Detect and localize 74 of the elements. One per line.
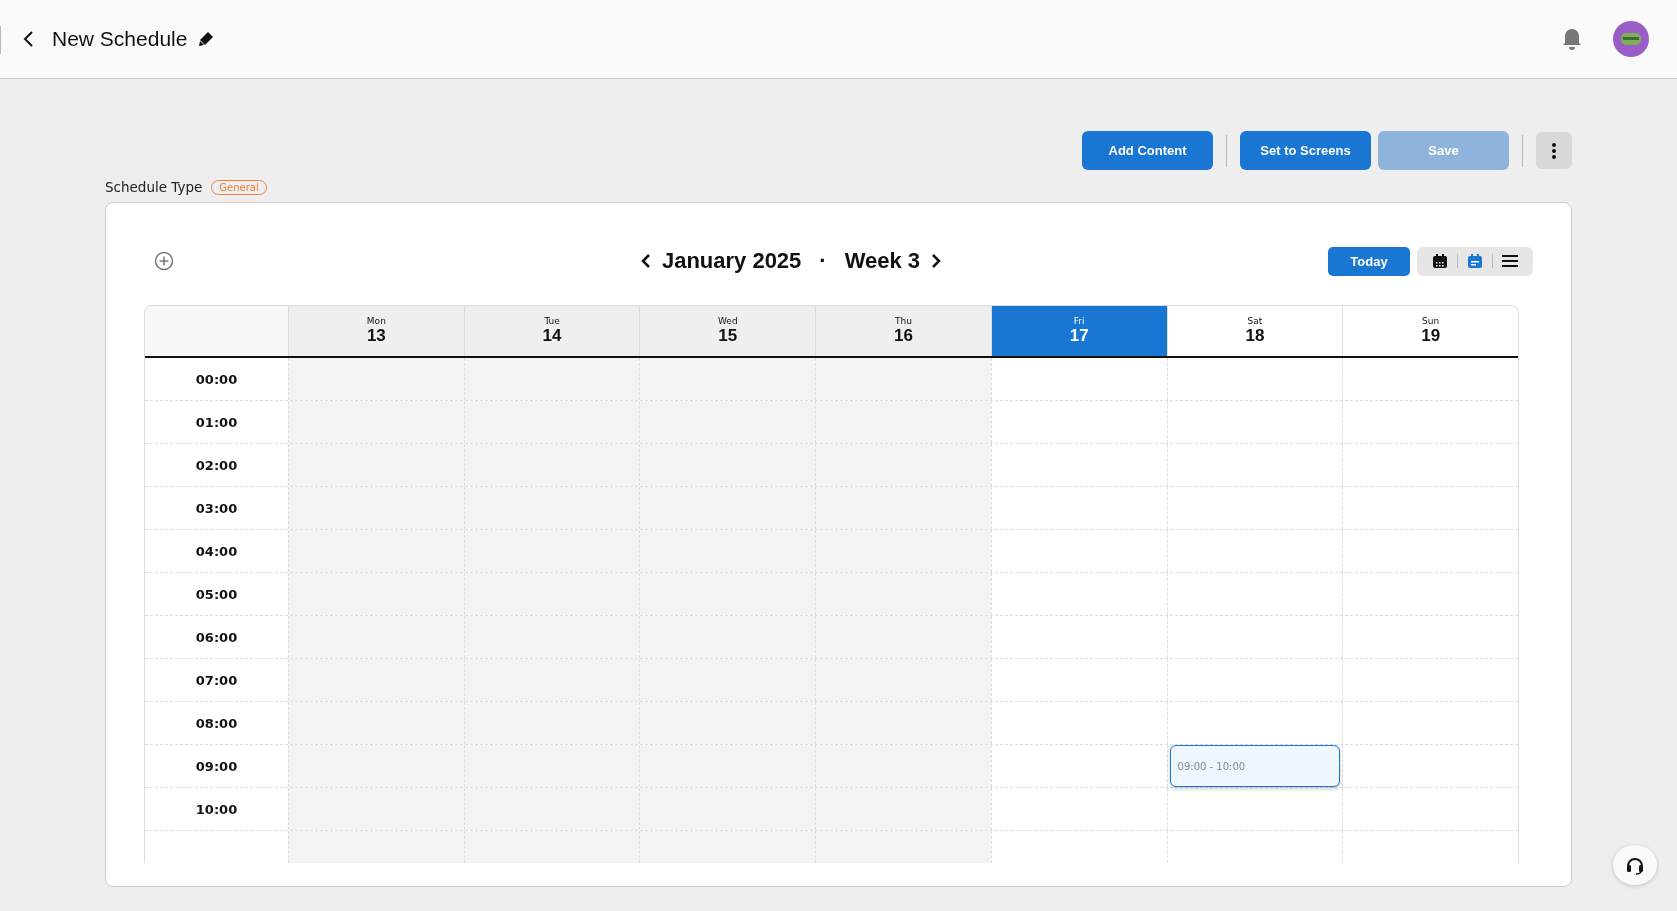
past-day-cell[interactable] bbox=[815, 659, 991, 701]
toolbar-button[interactable]: Set to Screens bbox=[1240, 131, 1371, 170]
day-header[interactable]: Tue 14 bbox=[463, 306, 640, 356]
past-day-cell[interactable] bbox=[463, 487, 640, 529]
past-day-cell[interactable] bbox=[815, 358, 991, 400]
past-day-cell[interactable] bbox=[288, 401, 464, 443]
headset-icon bbox=[1625, 855, 1645, 875]
past-day-cell[interactable] bbox=[463, 831, 640, 863]
past-day-cell[interactable] bbox=[288, 530, 464, 572]
next-icon[interactable] bbox=[930, 252, 943, 270]
support-button[interactable] bbox=[1613, 845, 1657, 885]
past-day-cell[interactable] bbox=[463, 659, 640, 701]
page-title: New Schedule bbox=[52, 27, 188, 51]
past-day-cell[interactable] bbox=[639, 444, 816, 486]
past-day-cell[interactable] bbox=[815, 831, 991, 863]
day-header[interactable]: Fri 17 bbox=[990, 306, 1167, 356]
add-circle-icon[interactable] bbox=[154, 251, 174, 271]
schedule-type-label: Schedule Type bbox=[105, 179, 203, 195]
pencil-icon[interactable] bbox=[197, 30, 216, 48]
past-day-cell[interactable] bbox=[815, 444, 991, 486]
past-day-cell[interactable] bbox=[463, 530, 640, 572]
past-day-cell[interactable] bbox=[463, 573, 640, 615]
past-day-cell[interactable] bbox=[288, 444, 464, 486]
past-day-cell[interactable] bbox=[463, 358, 640, 400]
past-day-cell[interactable] bbox=[288, 831, 464, 863]
past-day-cell[interactable] bbox=[639, 702, 816, 744]
day-header[interactable]: Wed 15 bbox=[639, 306, 816, 356]
week-label: Week 3 bbox=[844, 248, 921, 274]
previous-icon[interactable] bbox=[639, 252, 652, 270]
calendar-week-icon bbox=[1467, 253, 1483, 269]
vertical-dots-icon bbox=[1552, 142, 1556, 159]
past-day-cell[interactable] bbox=[288, 573, 464, 615]
list-icon bbox=[1502, 254, 1518, 268]
month-label: January 2025 bbox=[661, 248, 802, 274]
past-day-cell[interactable] bbox=[815, 745, 991, 787]
past-day-cell[interactable] bbox=[288, 702, 464, 744]
past-day-cell[interactable] bbox=[463, 616, 640, 658]
day-header[interactable]: Thu 16 bbox=[815, 306, 991, 356]
past-day-cell[interactable] bbox=[639, 573, 816, 615]
toolbar-button[interactable]: Add Content bbox=[1082, 131, 1213, 170]
today-button[interactable]: Today bbox=[1328, 246, 1410, 276]
past-day-cell[interactable] bbox=[463, 702, 640, 744]
past-day-cell[interactable] bbox=[815, 702, 991, 744]
past-day-cell[interactable] bbox=[639, 616, 816, 658]
past-day-cell[interactable] bbox=[639, 745, 816, 787]
past-day-cell[interactable] bbox=[463, 788, 640, 830]
past-day-cell[interactable] bbox=[639, 487, 816, 529]
past-day-cell[interactable] bbox=[815, 616, 991, 658]
past-day-cell[interactable] bbox=[639, 358, 816, 400]
separator-dot: · bbox=[819, 248, 827, 274]
past-day-cell[interactable] bbox=[288, 745, 464, 787]
past-day-cell[interactable] bbox=[639, 401, 816, 443]
more-options-button[interactable] bbox=[1536, 132, 1572, 169]
day-header[interactable]: Mon 13 bbox=[288, 306, 464, 356]
past-day-cell[interactable] bbox=[815, 487, 991, 529]
past-day-cell[interactable] bbox=[639, 659, 816, 701]
past-day-cell[interactable] bbox=[815, 530, 991, 572]
notification-bell-icon[interactable] bbox=[1561, 27, 1583, 51]
past-day-cell[interactable] bbox=[288, 358, 464, 400]
past-day-cell[interactable] bbox=[288, 788, 464, 830]
past-day-cell[interactable] bbox=[463, 745, 640, 787]
past-day-cell[interactable] bbox=[639, 831, 816, 863]
past-day-cell[interactable] bbox=[815, 401, 991, 443]
past-day-cell[interactable] bbox=[639, 530, 816, 572]
past-day-cell[interactable] bbox=[463, 444, 640, 486]
past-day-cell[interactable] bbox=[463, 401, 640, 443]
past-day-cell[interactable] bbox=[288, 659, 464, 701]
calendar-grid-icon bbox=[1432, 253, 1448, 269]
past-day-cell[interactable] bbox=[815, 573, 991, 615]
past-day-cell[interactable] bbox=[639, 788, 816, 830]
past-day-cell[interactable] bbox=[288, 487, 464, 529]
past-day-cell[interactable] bbox=[815, 788, 991, 830]
day-header[interactable]: Sun 19 bbox=[1342, 306, 1518, 356]
past-day-cell[interactable] bbox=[288, 616, 464, 658]
